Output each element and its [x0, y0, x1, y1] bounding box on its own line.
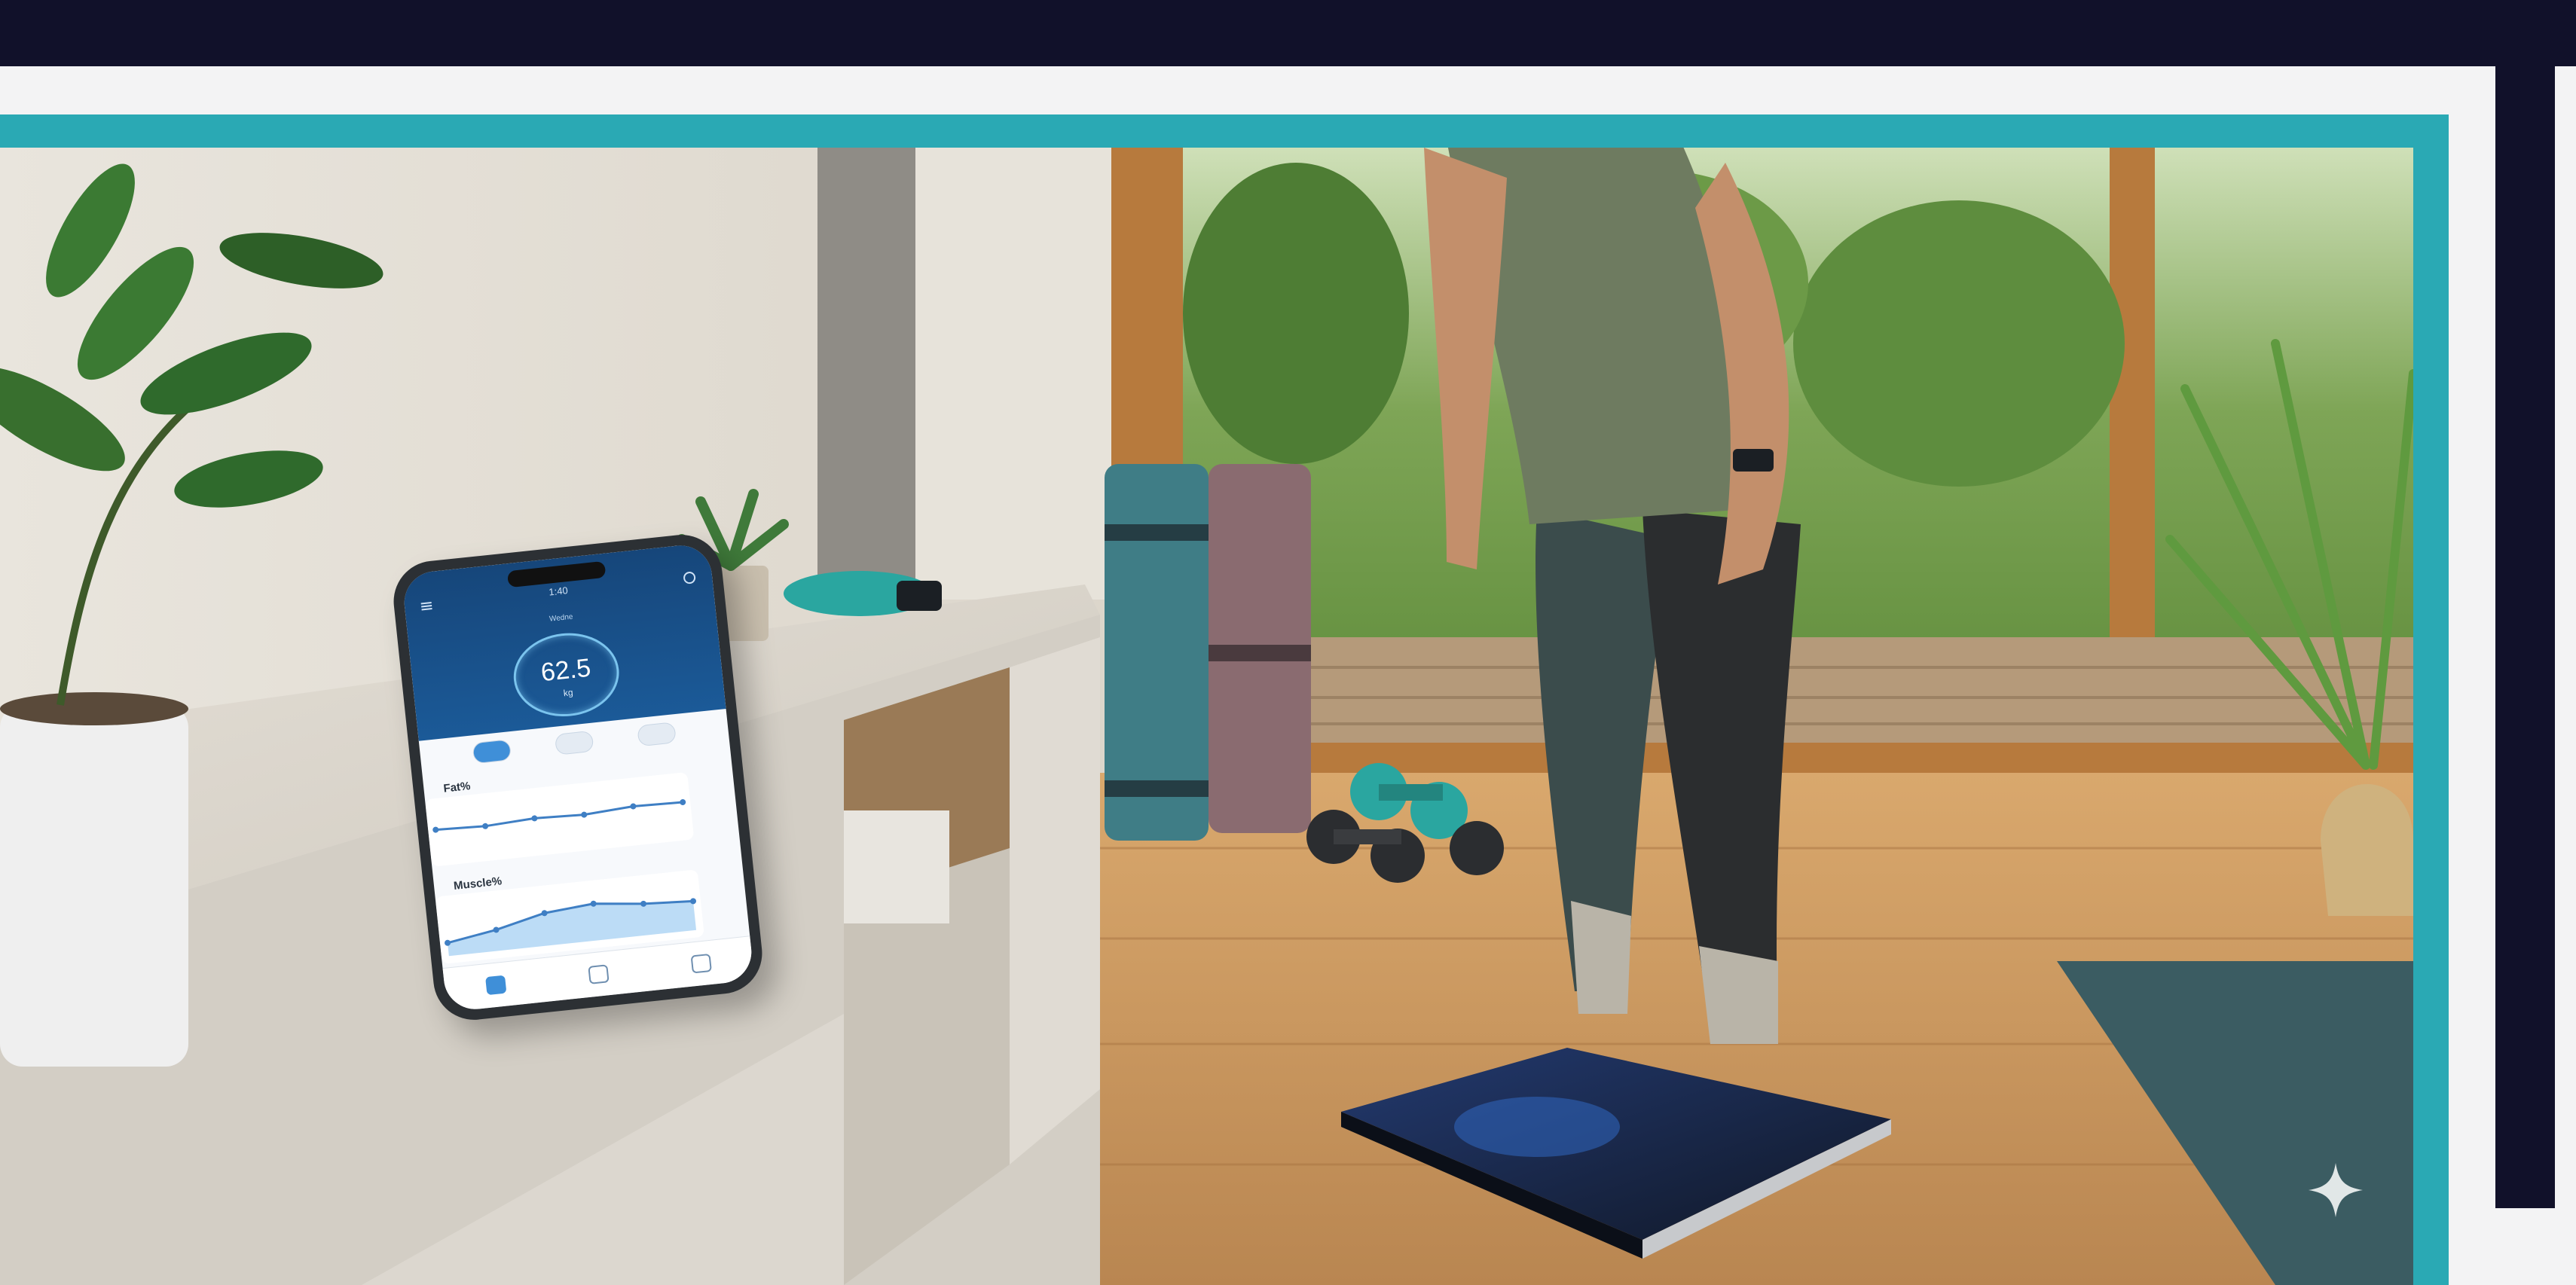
metric-pill-1[interactable] — [472, 739, 512, 765]
right-navy-bar — [2495, 0, 2555, 1208]
tab-info-icon[interactable] — [690, 953, 712, 974]
photo-scene: 1:40 Wedne 62.5 kg Fat% Muscle% — [0, 148, 2413, 1285]
fitness-app-screen: 1:40 Wedne 62.5 kg Fat% Muscle% — [401, 542, 755, 1012]
top-navy-bar — [0, 0, 2576, 66]
fat-percent-title: Fat% — [442, 780, 472, 795]
metric-pill-2[interactable] — [554, 730, 594, 755]
deck — [1303, 637, 2413, 743]
scene-illustration — [0, 148, 2413, 1285]
curtain — [817, 148, 915, 600]
tab-home-icon[interactable] — [485, 975, 507, 996]
tab-stats-icon[interactable] — [588, 964, 610, 984]
sparkle-icon — [2309, 1163, 2363, 1217]
person-smartwatch — [1733, 449, 1774, 472]
metric-pill-3[interactable] — [637, 722, 677, 747]
smartphone: 1:40 Wedne 62.5 kg Fat% Muscle% — [390, 530, 766, 1024]
